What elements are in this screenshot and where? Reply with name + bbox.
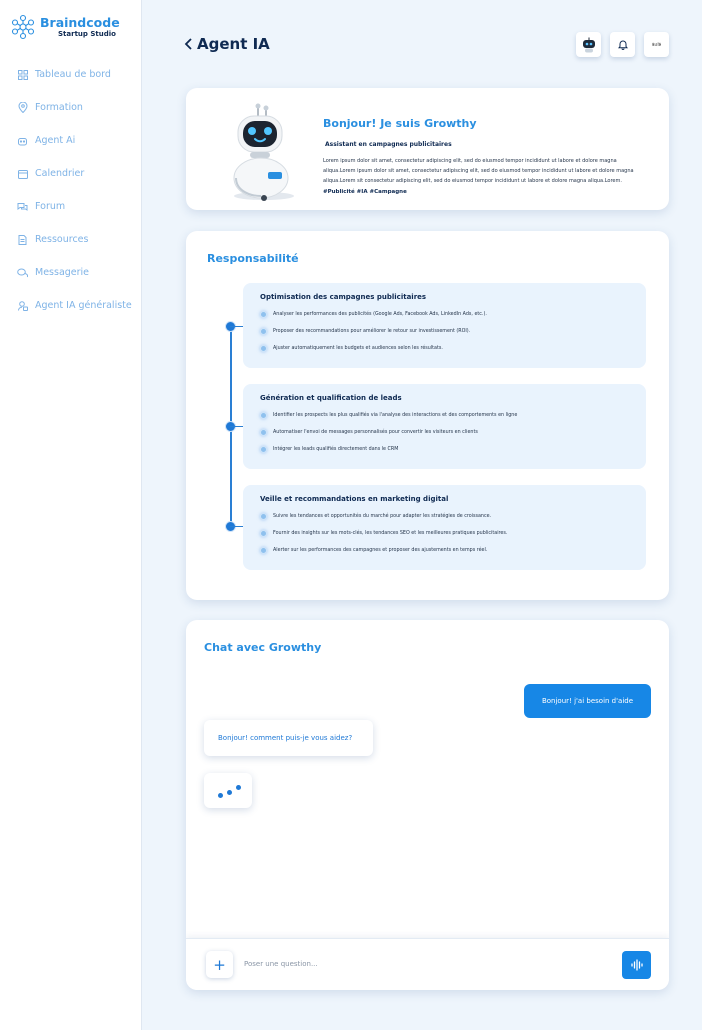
list-item: Suivre les tendances et opportunités du … [260, 513, 491, 520]
sidebar-item-messagerie[interactable]: Messagerie [17, 256, 132, 289]
agent-avatar-button[interactable] [576, 32, 601, 57]
agent-intro-card: Bonjour! Je suis Growthy Assistant en ca… [186, 88, 669, 210]
bullet-dot-icon [260, 412, 267, 419]
list-item-text: Identifier les prospects les plus qualif… [273, 413, 518, 418]
responsibility-section: Optimisation des campagnes publicitaires… [243, 283, 646, 368]
sidebar-item-calendrier[interactable]: Calendrier [17, 157, 132, 190]
sidebar: Braindcode Startup Studio Tableau de bor… [0, 0, 142, 1030]
sidebar-item-label: Ressources [35, 234, 89, 245]
robot-mascot-image [233, 103, 294, 201]
agent-tags: #Publicité #IA #Campagne [323, 189, 407, 195]
list-item-text: Automatiser l'envoi de messages personna… [273, 430, 478, 435]
sidebar-item-label: Forum [35, 201, 66, 212]
notifications-button[interactable] [610, 32, 635, 57]
typing-dot [218, 793, 223, 798]
robot-avatar-icon [582, 37, 595, 52]
agent-role: Assistant en campagnes publicitaires [325, 141, 452, 148]
user-avatar-button[interactable]: 𝔰𝔲𝔦𝔰 [644, 32, 669, 57]
list-item-text: Alerter sur les performances des campagn… [273, 548, 488, 553]
chat-message-input[interactable] [244, 953, 604, 975]
user-agent-icon [17, 300, 28, 311]
section-title: Génération et qualification de leads [260, 394, 402, 402]
list-item-text: Ajuster automatiquement les budgets et a… [273, 346, 443, 351]
sidebar-item-label: Formation [35, 102, 83, 113]
attach-button[interactable]: + [206, 951, 233, 978]
list-item: Proposer des recommandations pour amélio… [260, 328, 470, 335]
sidebar-item-label: Agent Ai [35, 135, 76, 146]
robot-icon [17, 135, 28, 146]
brand-tagline: Startup Studio [58, 29, 116, 38]
list-item-text: Intégrer les leads qualifiés directement… [273, 447, 399, 452]
bullet-dot-icon [260, 429, 267, 436]
sidebar-item-label: Calendrier [35, 168, 85, 179]
sidebar-item-forum[interactable]: Forum [17, 190, 132, 223]
chat-title: Chat avec Growthy [204, 641, 322, 654]
responsibilities-card: Responsabilité Optimisation des campagne… [186, 231, 669, 600]
sidebar-item-tableau-de-bord[interactable]: Tableau de bord [17, 58, 132, 91]
page-title: Agent IA [197, 35, 270, 53]
list-item: Identifier les prospects les plus qualif… [260, 412, 517, 419]
location-pin-icon [17, 102, 28, 113]
list-item: Fournir des insights sur les mots-clés, … [260, 530, 507, 537]
sidebar-item-label: Messagerie [35, 267, 90, 278]
bullet-dot-icon [260, 446, 267, 453]
list-item: Intégrer les leads qualifiés directement… [260, 446, 398, 453]
bullet-dot-icon [260, 530, 267, 537]
chevron-left-icon[interactable] [183, 36, 195, 52]
bullet-dot-icon [260, 328, 267, 335]
timeline-connector [230, 526, 243, 527]
responsibility-section: Veille et recommandations en marketing d… [243, 485, 646, 570]
list-item-text: Analyser les performances des publicités… [273, 312, 487, 317]
sidebar-item-label: Agent IA généraliste [35, 300, 132, 311]
chat-bubbles-icon [17, 201, 28, 212]
chat-card: Chat avec Growthy Bonjour! j'ai besoin d… [186, 620, 669, 990]
list-item-text: Fournir des insights sur les mots-clés, … [273, 531, 508, 536]
brand-name: Braindcode [40, 14, 120, 30]
bullet-dot-icon [260, 513, 267, 520]
section-title: Optimisation des campagnes publicitaires [260, 293, 427, 301]
sidebar-nav: Tableau de bord Formation Agent Ai Calen… [17, 58, 132, 322]
bullet-dot-icon [260, 547, 267, 554]
messages-icon [17, 267, 28, 278]
bullet-dot-icon [260, 345, 267, 352]
list-item: Alerter sur les performances des campagn… [260, 547, 487, 554]
sidebar-item-agent-ai[interactable]: Agent Ai [17, 124, 132, 157]
sidebar-item-formation[interactable]: Formation [17, 91, 132, 124]
bell-icon [617, 40, 628, 50]
agent-description: Lorem ipsum dolor sit amet, consectetur … [323, 158, 634, 184]
list-item-text: Suivre les tendances et opportunités du … [273, 514, 492, 519]
sidebar-item-label: Tableau de bord [35, 69, 111, 80]
bullet-dot-icon [260, 311, 267, 318]
section-title: Veille et recommandations en marketing d… [260, 495, 449, 503]
brand-logo[interactable]: Braindcode Startup Studio [10, 14, 120, 40]
responsibilities-title: Responsabilité [207, 252, 299, 265]
responsibility-section: Génération et qualification de leads Ide… [243, 384, 646, 469]
list-item: Automatiser l'envoi de messages personna… [260, 429, 478, 436]
plus-icon: + [213, 955, 226, 974]
grid-icon [17, 69, 28, 80]
list-item: Analyser les performances des publicités… [260, 311, 487, 318]
list-item: Ajuster automatiquement les budgets et a… [260, 345, 443, 352]
avatar-text: 𝔰𝔲𝔦𝔰 [652, 40, 661, 48]
typing-indicator [204, 773, 252, 808]
list-item-text: Proposer des recommandations pour amélio… [273, 329, 471, 334]
audio-wave-icon [630, 959, 643, 971]
document-icon [17, 234, 28, 245]
bot-message: Bonjour! comment puis-je vous aidez? [204, 720, 373, 756]
calendar-icon [17, 168, 28, 179]
typing-dot [227, 790, 232, 795]
timeline-connector [230, 326, 243, 327]
sidebar-item-ressources[interactable]: Ressources [17, 223, 132, 256]
timeline-connector [230, 426, 243, 427]
voice-send-button[interactable] [622, 951, 651, 979]
brain-network-icon [11, 14, 35, 40]
chat-input-bar: + [186, 938, 669, 990]
typing-dot [236, 785, 241, 790]
agent-greeting: Bonjour! Je suis Growthy [323, 117, 477, 130]
sidebar-item-agent-ia-generaliste[interactable]: Agent IA généraliste [17, 289, 132, 322]
user-message: Bonjour! j'ai besoin d'aide [524, 684, 651, 718]
